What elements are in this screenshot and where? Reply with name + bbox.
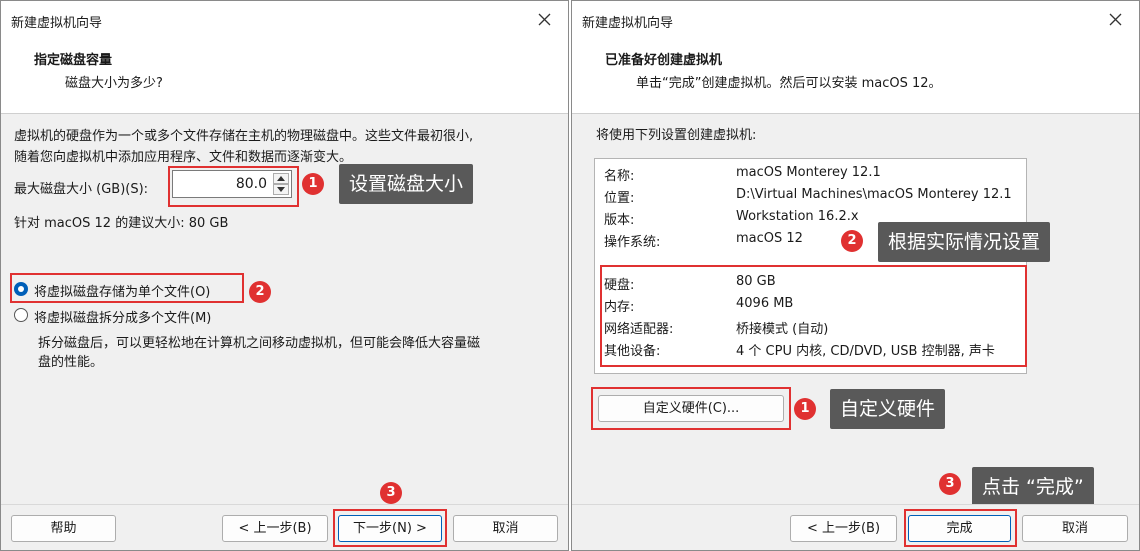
recommended-size: 针对 macOS 12 的建议大小: 80 GB <box>14 216 229 231</box>
multi-file-radio[interactable] <box>14 308 28 322</box>
highlight-box <box>600 265 1027 367</box>
callout-label: 设置磁盘大小 <box>339 164 474 204</box>
cancel-button[interactable]: 取消 <box>1022 515 1128 542</box>
callout-label: 自定义硬件 <box>830 389 946 429</box>
header-subtitle: 磁盘大小为多少? <box>65 76 163 91</box>
split-description: 拆分磁盘后，可以更轻松地在计算机之间移动虚拟机，但可能会降低大容量磁 <box>38 336 481 351</box>
cancel-button[interactable]: 取消 <box>453 515 558 542</box>
split-description: 盘的性能。 <box>38 355 104 370</box>
setting-value: D:\Virtual Machines\macOS Monterey 12.1 <box>736 187 1012 202</box>
multi-file-label[interactable]: 将虚拟磁盘拆分成多个文件(M) <box>34 307 211 326</box>
description-line: 虚拟机的硬盘作为一个或多个文件存储在主机的物理磁盘中。这些文件最初很小, <box>14 129 474 144</box>
window-title: 新建虚拟机向导 <box>11 16 103 31</box>
step-badge: 3 <box>380 482 402 504</box>
intro-text: 将使用下列设置创建虚拟机: <box>596 128 757 143</box>
max-size-label: 最大磁盘大小 (GB)(S): <box>14 182 149 197</box>
setting-value: macOS Monterey 12.1 <box>736 165 881 180</box>
setting-value: Workstation 16.2.x <box>736 209 859 224</box>
highlight-box <box>168 166 299 207</box>
highlight-box <box>333 509 447 547</box>
title-bar: 新建虚拟机向导 <box>572 1 1139 39</box>
close-button[interactable] <box>532 7 558 33</box>
wizard-header: 已准备好创建虚拟机 单击“完成”创建虚拟机。然后可以安装 macOS 12。 <box>572 39 1139 114</box>
description-line: 随着您向虚拟机中添加应用程序、文件和数据而逐渐变大。 <box>14 150 353 165</box>
step-badge: 1 <box>794 398 816 420</box>
disk-capacity-dialog: 新建虚拟机向导 指定磁盘容量 磁盘大小为多少? 虚拟机的硬盘作为一个或多个文件存… <box>0 0 569 551</box>
step-badge: 2 <box>841 230 863 252</box>
step-badge: 2 <box>249 281 271 303</box>
highlight-box <box>10 273 244 303</box>
callout-label: 根据实际情况设置 <box>878 222 1051 262</box>
close-button[interactable] <box>1103 7 1129 33</box>
help-button[interactable]: 帮助 <box>11 515 116 542</box>
back-button[interactable]: < 上一步(B) <box>222 515 328 542</box>
title-bar: 新建虚拟机向导 <box>1 1 568 39</box>
header-title: 指定磁盘容量 <box>34 53 113 68</box>
setting-label: 名称: <box>604 169 635 184</box>
close-icon <box>1109 13 1122 26</box>
step-badge: 1 <box>302 173 324 195</box>
setting-label: 操作系统: <box>604 235 661 250</box>
header-title: 已准备好创建虚拟机 <box>605 53 723 68</box>
setting-label: 位置: <box>604 191 635 206</box>
step-badge: 3 <box>939 473 961 495</box>
back-button[interactable]: < 上一步(B) <box>790 515 897 542</box>
highlight-box <box>904 509 1017 547</box>
header-subtitle: 单击“完成”创建虚拟机。然后可以安装 macOS 12。 <box>636 76 942 91</box>
highlight-box <box>591 387 791 430</box>
wizard-header: 指定磁盘容量 磁盘大小为多少? <box>1 39 568 114</box>
ready-to-create-dialog: 新建虚拟机向导 已准备好创建虚拟机 单击“完成”创建虚拟机。然后可以安装 mac… <box>571 0 1140 551</box>
close-icon <box>538 13 551 26</box>
window-title: 新建虚拟机向导 <box>582 16 674 31</box>
setting-label: 版本: <box>604 213 635 228</box>
setting-value: macOS 12 <box>736 231 803 246</box>
callout-label: 点击 “完成” <box>972 467 1094 507</box>
